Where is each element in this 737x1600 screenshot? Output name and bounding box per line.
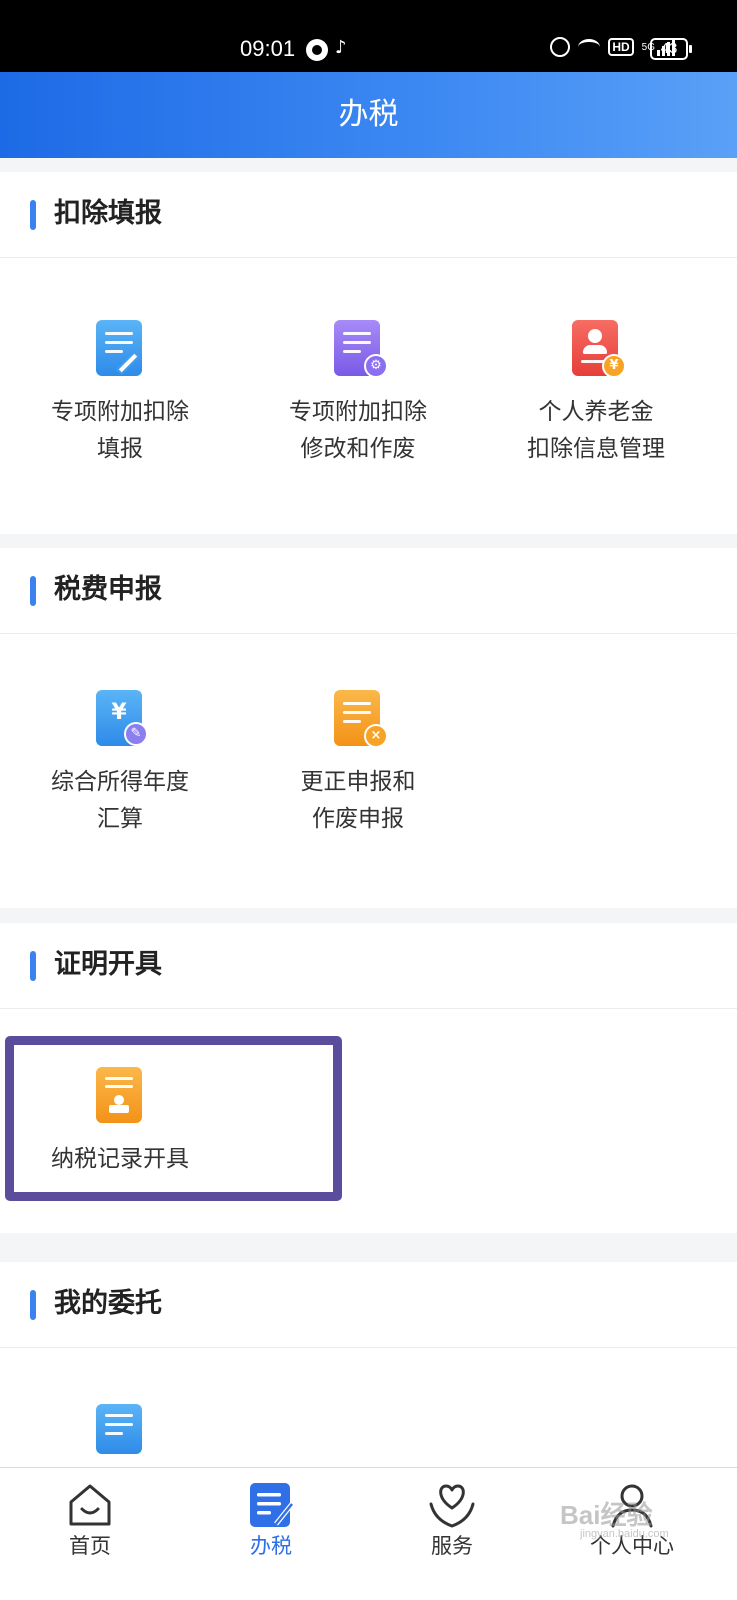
tab-label: 办税 [250,1534,292,1558]
section-marker [30,200,36,230]
delegation-item-button[interactable] [10,1400,230,1464]
wifi-icon [578,39,601,55]
section-title: 扣除填报 [54,198,162,229]
section-marker [30,576,36,606]
status-time: 09:01 [240,36,296,61]
special-deduction-modify-button[interactable]: ⚙ 专项附加扣除 修改和作废 [248,316,468,468]
item-label: 综合所得年度 汇算 [51,769,189,832]
status-bar: 09:01 ♪ HD 5G 43 [0,0,737,72]
section-deduction-filing: 扣除填报 专项附加扣除 填报 ⚙ 专项附加扣除 修改和作废 ¥ 个人养老金 扣除… [0,172,737,534]
annual-settlement-button[interactable]: ¥ ✎ 综合所得年度 汇算 [10,686,230,838]
section-title: 证明开具 [54,949,162,980]
section-title: 我的委托 [54,1288,162,1319]
tiktok-notification-icon: ♪ [335,37,347,58]
page-title: 办税 [338,97,399,132]
correction-declaration-button[interactable]: × 更正申报和 作废申报 [248,686,468,838]
document-cancel-icon: × [328,686,388,750]
special-deduction-filing-button[interactable]: 专项附加扣除 填报 [10,316,230,468]
hd-badge: HD [608,38,634,56]
section-tax-declaration: 税费申报 ¥ ✎ 综合所得年度 汇算 × 更正申报和 作废申报 [0,548,737,908]
item-label: 专项附加扣除 修改和作废 [289,399,427,462]
section-my-delegation: 我的委托 [0,1262,737,1467]
tab-services[interactable]: 服务 [392,1480,512,1560]
item-label: 更正申报和 作废申报 [300,769,416,832]
tab-label: 首页 [69,1534,111,1558]
item-label: 个人养老金 扣除信息管理 [527,399,665,462]
app-notification-icon [306,39,328,61]
delegation-document-icon [90,1400,150,1464]
pension-deduction-button[interactable]: ¥ 个人养老金 扣除信息管理 [486,316,706,468]
section-marker [30,951,36,981]
highlight-box [5,1036,342,1201]
tab-label: 服务 [431,1534,473,1558]
yuan-document-icon: ¥ ✎ [90,686,150,750]
edit-document-icon [90,316,150,380]
pension-card-icon: ¥ [566,316,626,380]
section-marker [30,1290,36,1320]
home-icon [65,1480,115,1530]
header: 办税 [0,72,737,158]
tab-tax[interactable]: 办税 [211,1480,331,1560]
heart-hand-icon [427,1480,477,1530]
item-label: 专项附加扣除 填报 [51,399,189,462]
tab-home[interactable]: 首页 [30,1480,150,1560]
battery-icon: 43 [650,38,692,60]
watermark-logo: Bai经验 jingyan.baidu.com [560,1500,669,1540]
document-settings-icon: ⚙ [328,316,388,380]
section-title: 税费申报 [54,574,162,605]
alarm-icon [550,37,571,57]
tax-document-icon [246,1480,296,1530]
